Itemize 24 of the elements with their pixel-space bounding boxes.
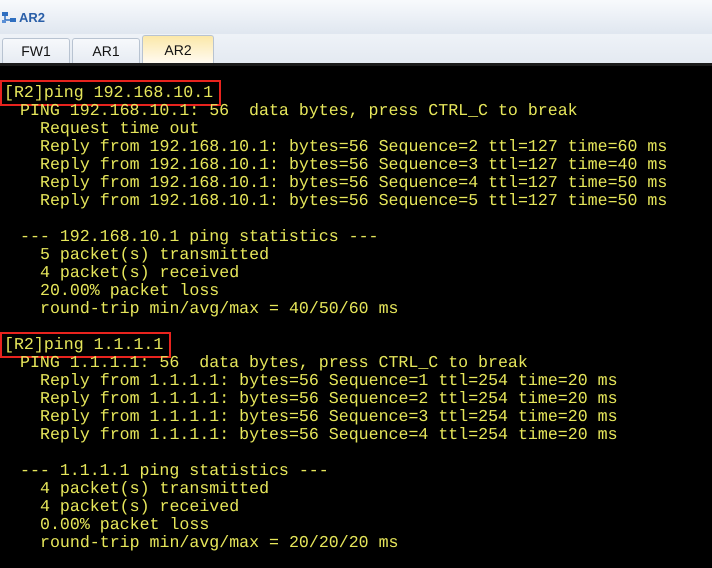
output-line: Reply from 1.1.1.1: bytes=56 Sequence=3 ttl=254 time=20 ms <box>40 408 618 426</box>
tab[interactable]: FW1 <box>2 38 70 63</box>
output-line: round-trip min/avg/max = 40/50/60 ms <box>40 300 398 318</box>
output-line: round-trip min/avg/max = 20/20/20 ms <box>40 534 398 552</box>
output-line: 4 packet(s) received <box>40 264 240 282</box>
output-line: Reply from 1.1.1.1: bytes=56 Sequence=2 ttl=254 time=20 ms <box>40 390 618 408</box>
output-line: 0.00% packet loss <box>40 516 210 534</box>
output-line: 4 packet(s) received <box>40 498 240 516</box>
output-line: Reply from 192.168.10.1: bytes=56 Sequence=3 ttl=127 time=40 ms <box>40 156 668 174</box>
output-line: 5 packet(s) transmitted <box>40 246 270 264</box>
output-line: Reply from 1.1.1.1: bytes=56 Sequence=1 ttl=254 time=20 ms <box>40 372 618 390</box>
output-line: --- 1.1.1.1 ping statistics --- <box>20 462 329 480</box>
network-icon <box>1 9 17 25</box>
output-line: 4 packet(s) transmitted <box>40 480 270 498</box>
output-line: Request time out <box>40 120 200 138</box>
output-line: Reply from 1.1.1.1: bytes=56 Sequence=4 ttl=254 time=20 ms <box>40 426 618 444</box>
output-line: Reply from 192.168.10.1: bytes=56 Sequence=5 ttl=127 time=50 ms <box>40 192 668 210</box>
tab[interactable]: AR2 <box>142 35 214 63</box>
output-line: Reply from 192.168.10.1: bytes=56 Sequence=4 ttl=127 time=50 ms <box>40 174 668 192</box>
output-line: 20.00% packet loss <box>40 282 220 300</box>
output-line: --- 192.168.10.1 ping statistics --- <box>20 228 378 246</box>
tab[interactable]: AR1 <box>72 38 140 63</box>
window-title: AR2 <box>19 10 46 24</box>
output-line: Reply from 192.168.10.1: bytes=56 Sequence=2 ttl=127 time=60 ms <box>40 138 668 156</box>
